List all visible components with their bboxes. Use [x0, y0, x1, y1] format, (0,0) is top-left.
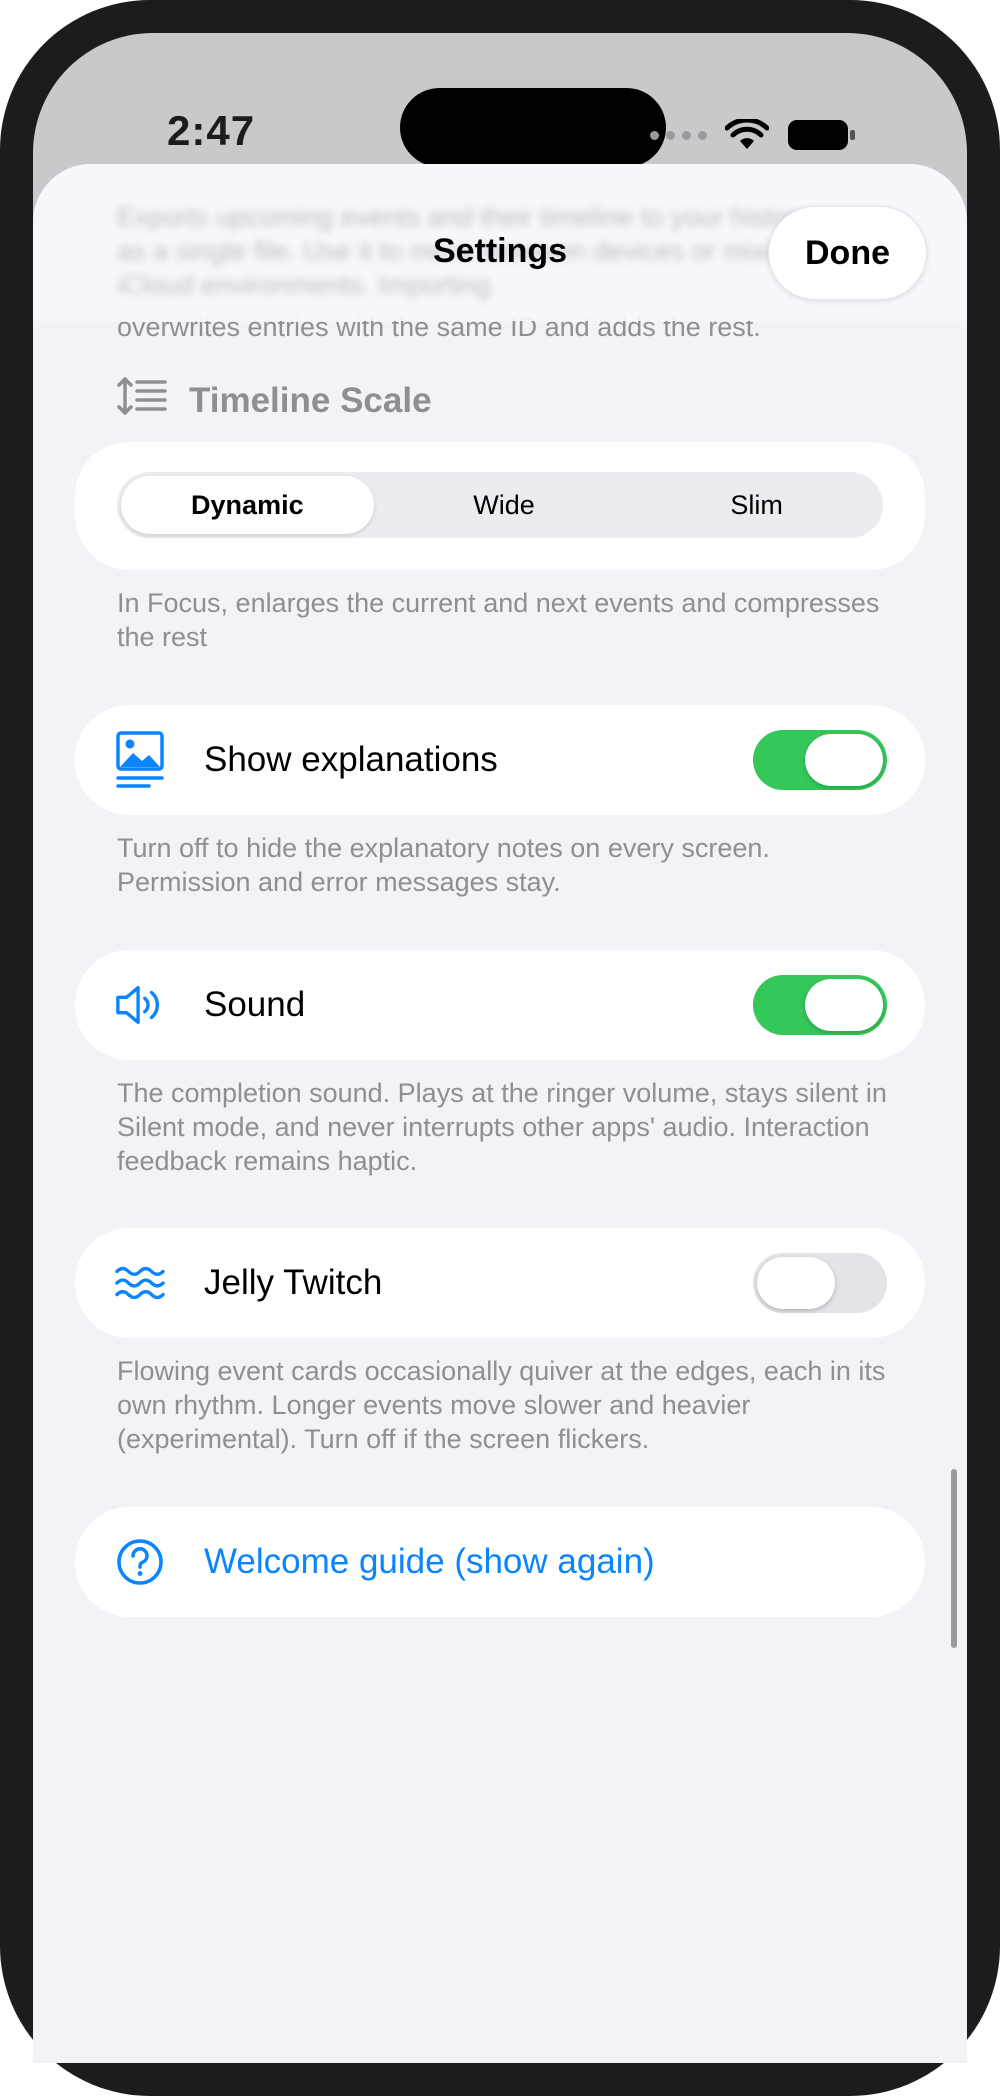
toggle-knob	[805, 734, 883, 786]
cellular-dots-icon	[650, 130, 707, 140]
question-circle-icon	[115, 1537, 165, 1587]
settings-content[interactable]: overwrites entries with the same ID and …	[33, 164, 967, 2063]
status-icons	[650, 119, 857, 151]
timeline-scale-header: Timeline Scale	[117, 376, 432, 425]
jelly-twitch-label: Jelly Twitch	[204, 1263, 383, 1302]
explanations-label: Show explanations	[204, 740, 498, 779]
sound-footnote: The completion sound. Plays at the ringe…	[117, 1078, 887, 1176]
segment-dynamic[interactable]: Dynamic	[121, 476, 374, 534]
phone-frame: 2:47 overwrites entries with the same ID	[0, 0, 1000, 2096]
jelly-twitch-row[interactable]: Jelly Twitch	[75, 1228, 925, 1338]
welcome-guide-row[interactable]: Welcome guide (show again)	[75, 1507, 925, 1617]
sound-label: Sound	[204, 985, 306, 1024]
status-time: 2:47	[167, 107, 256, 154]
wifi-icon	[725, 119, 769, 151]
dynamic-island	[400, 88, 666, 167]
explanations-toggle[interactable]	[753, 730, 887, 790]
segment-wide[interactable]: Wide	[378, 472, 631, 538]
speaker-wave-icon	[115, 980, 165, 1030]
sheet-header: Exports upcoming events and their timeli…	[33, 164, 967, 321]
explanations-footnote: Turn off to hide the explanatory notes o…	[117, 833, 770, 897]
jelly-twitch-toggle[interactable]	[753, 1253, 887, 1313]
segment-slim[interactable]: Slim	[630, 472, 883, 538]
toggle-knob	[757, 1257, 835, 1309]
sound-toggle[interactable]	[753, 975, 887, 1035]
image-text-icon	[115, 731, 165, 788]
timeline-scale-icon	[117, 376, 167, 425]
explanations-row[interactable]: Show explanations	[75, 705, 925, 815]
toggle-knob	[805, 979, 883, 1031]
timeline-scale-card: Dynamic Wide Slim	[75, 442, 925, 570]
timeline-scale-picker[interactable]: Dynamic Wide Slim	[117, 472, 883, 538]
settings-sheet: overwrites entries with the same ID and …	[33, 164, 967, 2063]
waves-icon	[115, 1258, 165, 1308]
scroll-indicator[interactable]	[951, 1469, 957, 1648]
jelly-twitch-footnote: Flowing event cards occasionally quiver …	[117, 1356, 886, 1454]
timeline-scale-footnote: In Focus, enlarges the current and next …	[117, 588, 880, 652]
battery-icon	[787, 119, 857, 151]
done-button[interactable]: Done	[768, 206, 927, 300]
timeline-scale-title: Timeline Scale	[189, 380, 432, 420]
sound-row[interactable]: Sound	[75, 950, 925, 1060]
welcome-guide-link[interactable]: Welcome guide (show again)	[204, 1542, 655, 1582]
